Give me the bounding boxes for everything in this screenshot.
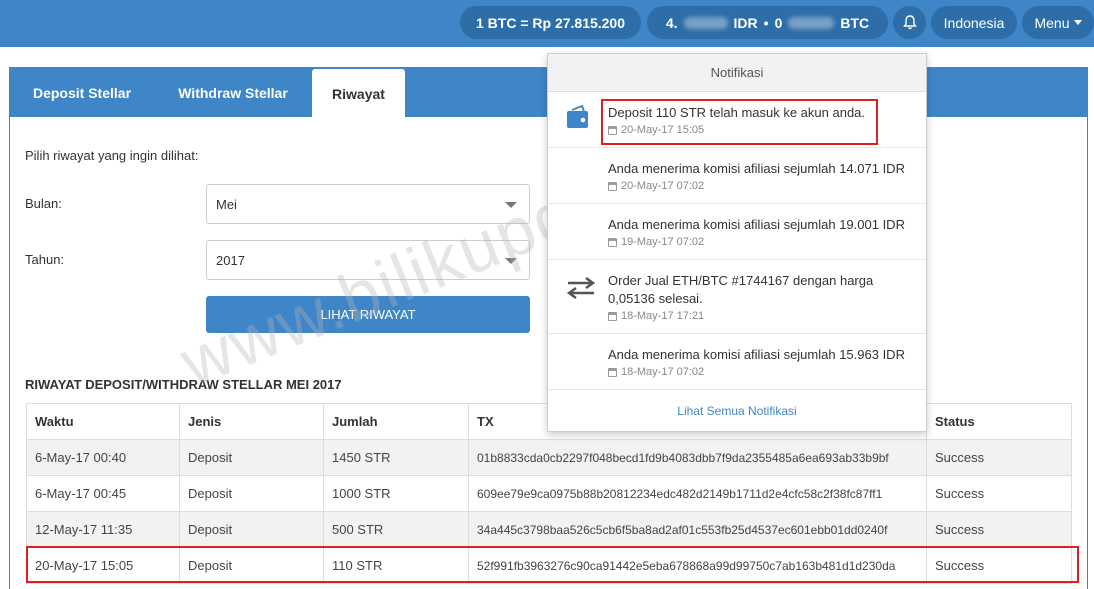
language-selector[interactable]: Indonesia <box>931 6 1017 39</box>
balance-separator: • <box>763 14 769 31</box>
notification-time: 19-May-17 07:02 <box>608 236 926 248</box>
cell-jumlah: 500 STR <box>323 511 469 548</box>
year-label: Tahun: <box>25 252 65 267</box>
cell-tx: 609ee79e9ca0975b88b20812234edc482d2149b1… <box>468 475 927 512</box>
notification-time: 18-May-17 17:21 <box>608 310 926 322</box>
history-title: RIWAYAT DEPOSIT/WITHDRAW STELLAR MEI 201… <box>25 377 342 392</box>
month-select[interactable]: Mei <box>206 184 530 224</box>
calendar-icon <box>608 367 617 377</box>
cell-jumlah: 1450 STR <box>323 439 469 476</box>
view-all-notifications-link[interactable]: Lihat Semua Notifikasi <box>548 390 926 431</box>
tab-withdraw-stellar[interactable]: Withdraw Stellar <box>160 68 306 117</box>
notification-bell-button[interactable] <box>893 6 926 39</box>
table-row: 12-May-17 11:35 Deposit 500 STR 34a445c3… <box>26 511 1072 548</box>
dropdown-arrow-icon <box>505 258 517 264</box>
balance-badge[interactable]: 4. IDR • 0 BTC <box>647 6 888 39</box>
cell-waktu: 12-May-17 11:35 <box>26 511 180 548</box>
month-label: Bulan: <box>25 196 62 211</box>
notification-time-text: 20-May-17 07:02 <box>621 180 705 192</box>
blurred-btc-amount <box>788 16 835 29</box>
top-navbar: 1 BTC = Rp 27.815.200 4. IDR • 0 BTC Indon… <box>0 0 1094 47</box>
cell-jumlah: 1000 STR <box>323 475 469 512</box>
btc-rate-text: 1 BTC = Rp 27.815.200 <box>475 14 626 31</box>
notification-time: 18-May-17 07:02 <box>608 366 926 378</box>
cell-jenis: Deposit <box>179 475 324 512</box>
notification-time-text: 19-May-17 07:02 <box>621 236 705 248</box>
column-header-jenis: Jenis <box>179 403 324 440</box>
cell-status: Success <box>926 439 1072 476</box>
year-select[interactable]: 2017 <box>206 240 530 280</box>
notification-item[interactable]: Anda menerima komisi afiliasi sejumlah 1… <box>548 334 926 390</box>
notification-time-text: 18-May-17 17:21 <box>621 310 705 322</box>
highlight-box-notification <box>601 99 878 145</box>
idr-balance-prefix: 4. <box>665 14 678 31</box>
calendar-icon <box>608 181 617 191</box>
language-label: Indonesia <box>943 14 1005 31</box>
cell-jenis: Deposit <box>179 511 324 548</box>
calendar-icon <box>608 311 617 321</box>
notification-item[interactable]: Order Jual ETH/BTC #1744167 dengan harga… <box>548 260 926 334</box>
cell-jenis: Deposit <box>179 439 324 476</box>
wallet-icon <box>567 104 588 128</box>
notification-time: 20-May-17 07:02 <box>608 180 926 192</box>
menu-button[interactable]: Menu <box>1022 6 1094 39</box>
tab-riwayat[interactable]: Riwayat <box>312 69 405 118</box>
notification-dropdown: Notifikasi Deposit 110 STR telah masuk k… <box>547 53 927 432</box>
chevron-down-icon <box>1073 20 1082 25</box>
cell-waktu: 6-May-17 00:45 <box>26 475 180 512</box>
calendar-icon <box>608 237 617 247</box>
table-row: 6-May-17 00:45 Deposit 1000 STR 609ee79e… <box>26 475 1072 512</box>
btc-label: BTC <box>840 14 870 31</box>
cell-tx: 01b8833cda0cb2297f048becd1fd9b4083dbb7f9… <box>468 439 927 476</box>
history-prompt: Pilih riwayat yang ingin dilihat: <box>25 148 199 163</box>
notification-title: Notifikasi <box>548 54 926 92</box>
notification-message: Order Jual ETH/BTC #1744167 dengan harga… <box>608 273 874 306</box>
cell-status: Success <box>926 475 1072 512</box>
column-header-waktu: Waktu <box>26 403 180 440</box>
column-header-jumlah: Jumlah <box>323 403 469 440</box>
column-header-status: Status <box>926 403 1072 440</box>
cell-status: Success <box>926 511 1072 548</box>
cell-waktu: 6-May-17 00:40 <box>26 439 180 476</box>
notification-time-text: 18-May-17 07:02 <box>621 366 705 378</box>
notification-item[interactable]: Anda menerima komisi afiliasi sejumlah 1… <box>548 148 926 204</box>
cell-tx: 34a445c3798baa526c5cb6f5ba8ad2af01c553fb… <box>468 511 927 548</box>
view-history-button[interactable]: LIHAT RIWAYAT <box>206 296 530 333</box>
month-value: Mei <box>216 196 237 212</box>
year-value: 2017 <box>216 252 245 268</box>
btc-rate-badge: 1 BTC = Rp 27.815.200 <box>460 6 641 39</box>
notification-message: Anda menerima komisi afiliasi sejumlah 1… <box>608 161 905 176</box>
notification-message: Anda menerima komisi afiliasi sejumlah 1… <box>608 347 905 362</box>
menu-label: Menu <box>1034 14 1070 31</box>
exchange-arrows-icon <box>566 276 596 300</box>
bell-icon <box>902 15 917 30</box>
table-row: 6-May-17 00:40 Deposit 1450 STR 01b8833c… <box>26 439 1072 476</box>
highlight-box-row <box>26 546 1079 583</box>
dropdown-arrow-icon <box>505 202 517 208</box>
tab-deposit-stellar[interactable]: Deposit Stellar <box>10 68 154 117</box>
notification-item[interactable]: Anda menerima komisi afiliasi sejumlah 1… <box>548 204 926 260</box>
blurred-idr-amount <box>683 16 728 29</box>
notification-message: Anda menerima komisi afiliasi sejumlah 1… <box>608 217 905 232</box>
idr-label: IDR <box>733 14 758 31</box>
btc-balance-prefix: 0 <box>774 14 783 31</box>
